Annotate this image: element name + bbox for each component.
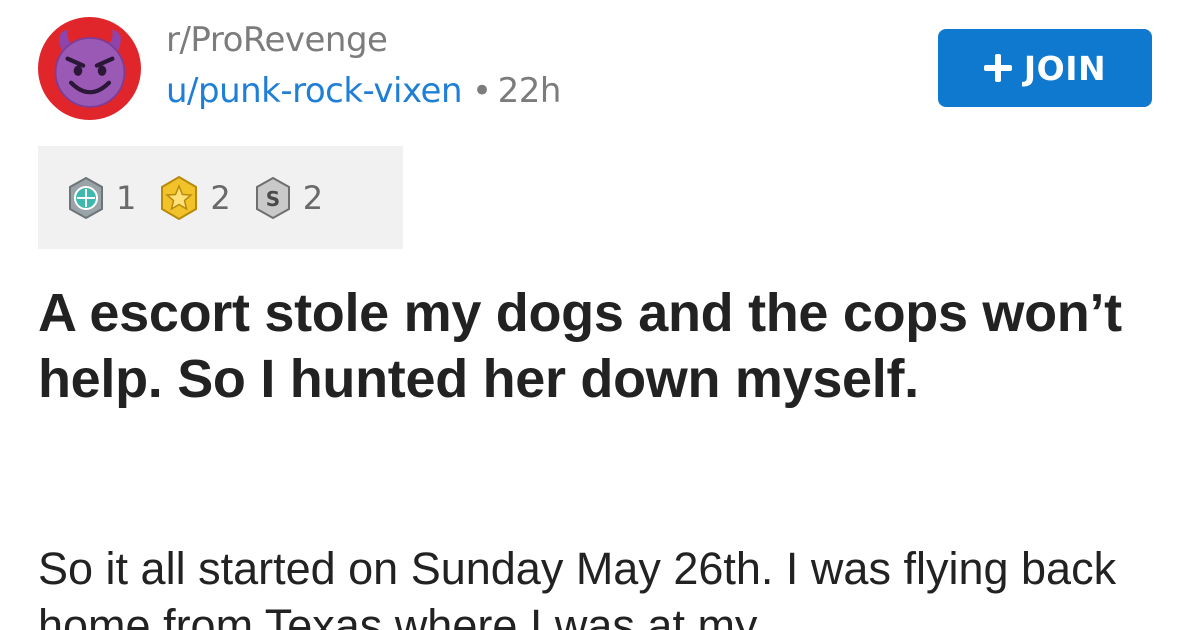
gold-award-icon [161, 175, 198, 220]
join-button-label: JOIN [1023, 48, 1107, 88]
award-silver-count: 2 [302, 178, 324, 217]
silver-award-icon: S [255, 176, 290, 219]
award-gold-count: 2 [210, 178, 231, 217]
join-button[interactable]: JOIN [938, 29, 1152, 107]
award-silver[interactable]: S 2 [251, 176, 323, 220]
post-title[interactable]: A escort stole my dogs and the cops won’… [38, 280, 1158, 412]
username-link[interactable]: u/punk-rock-vixen [166, 71, 463, 111]
meta-separator: • [472, 71, 492, 111]
post-meta: u/punk-rock-vixen • 22h [166, 71, 561, 111]
platinum-award-icon [69, 176, 103, 219]
svg-text:S: S [266, 187, 280, 211]
awards-bar[interactable]: 1 2 S 2 [38, 146, 403, 249]
award-gold[interactable]: 2 [156, 175, 231, 221]
reddit-post-screenshot: r/ProRevenge u/punk-rock-vixen • 22h JOIN … [0, 0, 1200, 630]
post-age: 22h [497, 71, 562, 111]
devil-emoji-icon [54, 28, 125, 108]
subreddit-avatar[interactable] [38, 17, 141, 120]
plus-icon [983, 54, 1012, 82]
subreddit-name[interactable]: r/ProRevenge [166, 20, 388, 60]
award-platinum[interactable]: 1 [64, 176, 136, 220]
award-platinum-count: 1 [116, 178, 137, 217]
post-body: So it all started on Sunday May 26th. I … [38, 543, 1117, 630]
